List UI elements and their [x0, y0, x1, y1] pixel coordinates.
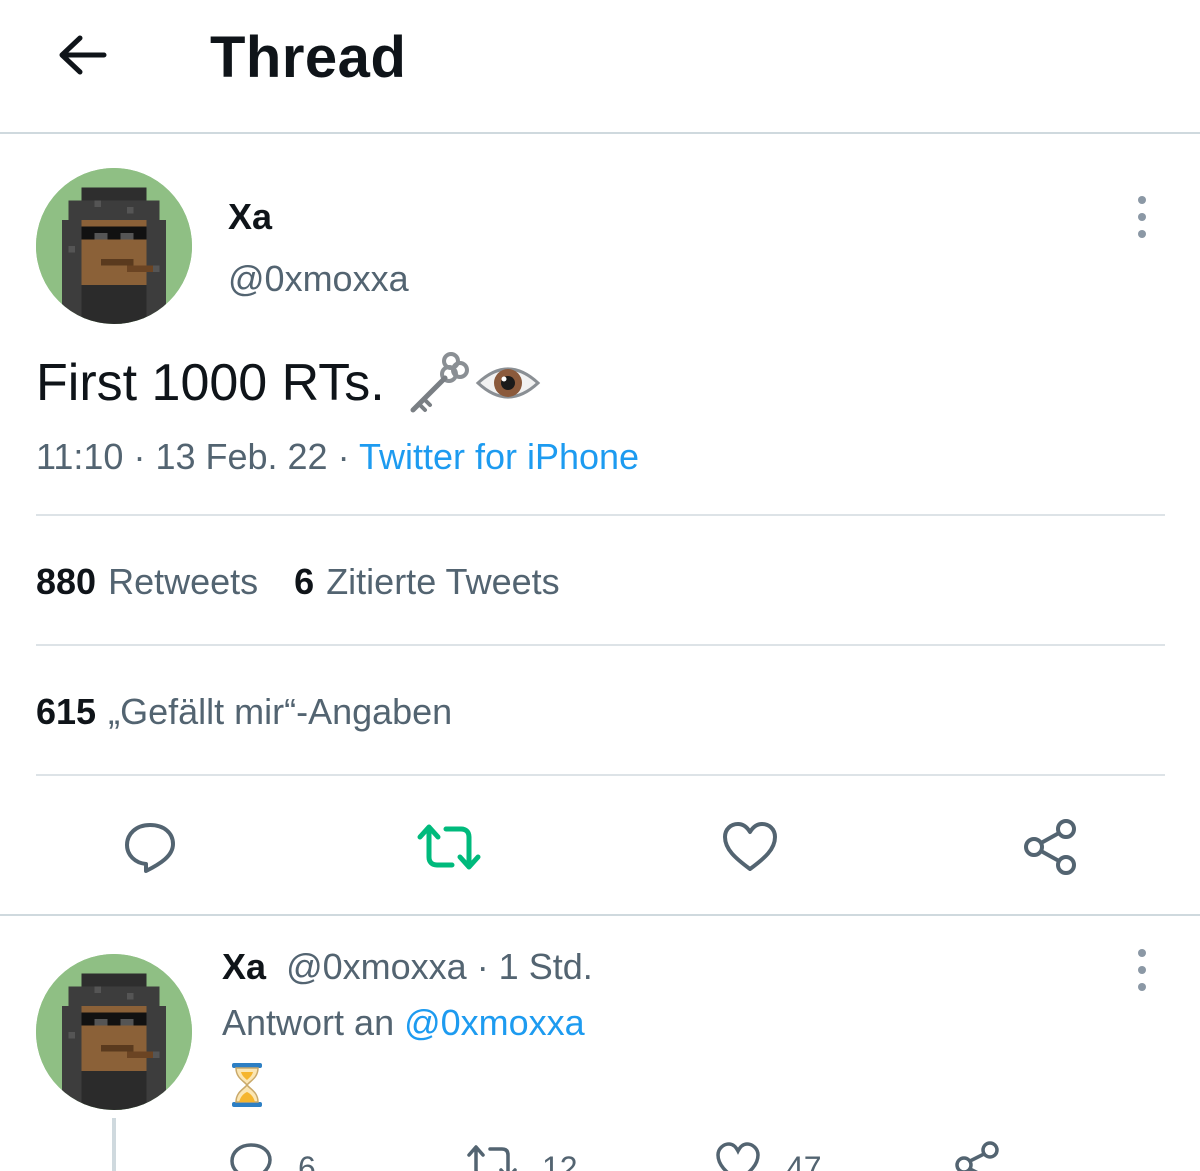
tweet-date: 13 Feb. 22: [155, 436, 328, 477]
tweet-text-content: First 1000 RTs.: [36, 354, 385, 412]
meta-separator: ·: [133, 436, 146, 477]
like-icon: [723, 822, 777, 871]
author-handle[interactable]: @0xmoxxa: [228, 258, 409, 300]
reply-header: Xa @0xmoxxa · 1 Std.: [222, 946, 593, 988]
reply-author-name[interactable]: Xa: [222, 946, 266, 987]
likes-label: „Gefällt mir“-Angaben: [108, 691, 453, 732]
reply-avatar[interactable]: [36, 954, 192, 1110]
meta-separator: ·: [337, 436, 350, 477]
reply-reply-button[interactable]: 6: [228, 1140, 316, 1171]
arrow-left-icon: [59, 35, 107, 75]
share-button[interactable]: [1015, 812, 1085, 882]
more-dot-icon: [1138, 949, 1146, 957]
retweet-icon: [467, 1145, 517, 1171]
retweet-stats: 880 Retweets 6 Zitierte Tweets: [36, 561, 560, 603]
eye-emoji: [475, 367, 540, 399]
pixel-avatar-image: [36, 954, 192, 1110]
reply-icon: [230, 1143, 272, 1171]
key-emoji: [410, 352, 469, 413]
retweets-label: Retweets: [108, 561, 259, 602]
back-button[interactable]: [52, 27, 112, 83]
like-icon: [716, 1142, 760, 1171]
retweet-button[interactable]: [414, 812, 484, 882]
like-button[interactable]: [715, 812, 785, 882]
more-options-button[interactable]: [1127, 192, 1157, 242]
likes-count: 615: [36, 691, 97, 732]
retweets-count: 880: [36, 561, 97, 602]
tweet-time: 11:10: [36, 436, 124, 477]
pixel-avatar-image: [36, 168, 192, 324]
reply-like-count: 47: [786, 1150, 822, 1171]
divider: [36, 644, 1165, 646]
reply-author-handle[interactable]: @0xmoxxa: [286, 946, 467, 987]
reply-to-prefix: Antwort an: [222, 1002, 395, 1043]
reply-button[interactable]: [115, 812, 185, 882]
tweet-source-link[interactable]: Twitter for iPhone: [359, 436, 639, 477]
retweets-stat[interactable]: 880 Retweets: [36, 561, 258, 603]
reply-count: 6: [298, 1150, 316, 1171]
reply-time: · 1 Std.: [476, 946, 593, 987]
more-dot-icon: [1138, 983, 1146, 991]
reply-icon: [125, 823, 175, 873]
divider: [0, 914, 1200, 916]
author-name[interactable]: Xa: [228, 196, 272, 238]
reply-like-button[interactable]: 47: [714, 1140, 822, 1171]
more-dot-icon: [1138, 230, 1146, 238]
more-dot-icon: [1138, 213, 1146, 221]
quotes-label: Zitierte Tweets: [326, 561, 560, 602]
tweet-emojis: [405, 350, 541, 416]
hourglass-emoji: [232, 1063, 262, 1107]
reply-to-mention[interactable]: @0xmoxxa: [404, 1002, 585, 1043]
reply-retweet-count: 12: [542, 1150, 578, 1171]
quotes-stat[interactable]: 6 Zitierte Tweets: [294, 561, 559, 603]
share-icon: [955, 1141, 999, 1171]
divider: [36, 514, 1165, 516]
likes-stat[interactable]: 615 „Gefällt mir“-Angaben: [36, 691, 452, 733]
retweet-icon: [417, 824, 481, 870]
avatar[interactable]: [36, 168, 192, 324]
like-stats: 615 „Gefällt mir“-Angaben: [36, 691, 452, 733]
top-bar: Thread: [0, 0, 1200, 134]
divider: [36, 774, 1165, 776]
reply-body: [230, 1062, 264, 1113]
reply-retweet-button[interactable]: 12: [466, 1140, 578, 1171]
page-title: Thread: [210, 25, 407, 90]
reply-more-options-button[interactable]: [1127, 945, 1157, 995]
tweet-text: First 1000 RTs.: [36, 350, 541, 416]
share-icon: [1024, 819, 1076, 875]
more-dot-icon: [1138, 966, 1146, 974]
reply-to-line: Antwort an @0xmoxxa: [222, 1002, 585, 1044]
quotes-count: 6: [294, 561, 315, 602]
more-dot-icon: [1138, 196, 1146, 204]
reply-share-button[interactable]: [952, 1140, 1002, 1171]
thread-connector-line: [112, 1118, 116, 1171]
tweet-meta: 11:10 · 13 Feb. 22 · Twitter for iPhone: [36, 436, 639, 478]
